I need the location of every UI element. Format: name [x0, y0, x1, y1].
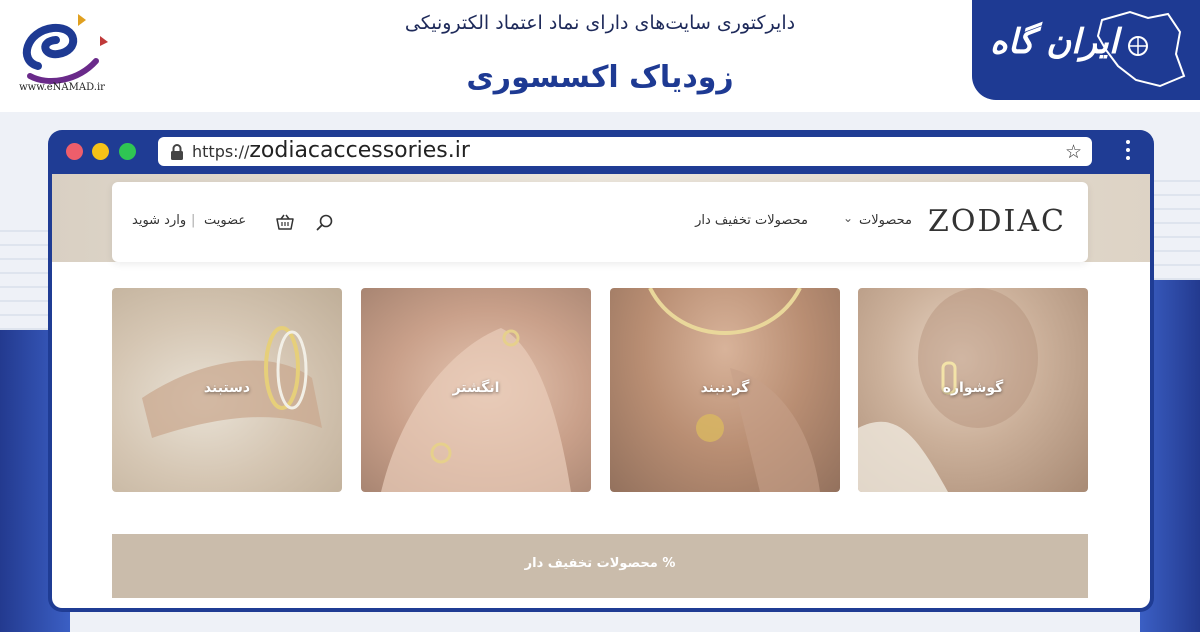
site-title: زودیاک اکسسوری: [466, 60, 734, 95]
browser-menu-icon[interactable]: [1126, 140, 1130, 164]
category-label: گوشواره: [942, 380, 1004, 396]
url-text: https://zodiacaccessories.ir: [192, 138, 470, 163]
enamad-url: www.eNAMAD.ir: [19, 82, 105, 93]
category-card-earrings[interactable]: گوشواره: [858, 288, 1088, 492]
url-domain: zodiacaccessories.ir: [249, 138, 470, 163]
category-label: دستبند: [203, 380, 251, 396]
irangah-brand: ایران گاه: [972, 0, 1200, 100]
basket-icon[interactable]: [276, 214, 294, 230]
login-link[interactable]: وارد شوید: [132, 213, 186, 228]
category-label: گردنبند: [700, 380, 750, 396]
lock-icon: [171, 144, 183, 160]
search-icon[interactable]: [316, 214, 334, 232]
zodiac-logo[interactable]: ZODIAC: [928, 204, 1066, 239]
directory-subtitle: دایرکتوری سایت‌های دارای نماد اعتماد الک…: [404, 12, 796, 34]
discount-banner[interactable]: محصولات تخفیف دار %: [112, 534, 1088, 598]
browser-toolbar: https://zodiacaccessories.ir ☆: [48, 130, 1154, 174]
bookmark-star-icon[interactable]: ☆: [1065, 141, 1082, 163]
nav-separator: |: [191, 213, 196, 228]
register-link[interactable]: عضویت: [204, 213, 246, 228]
directory-header: www.eNAMAD.ir دایرکتوری سایت‌های دارای ن…: [0, 0, 1200, 112]
nav-products[interactable]: محصولات: [859, 213, 912, 228]
iran-map-icon: [1096, 10, 1186, 88]
category-label: انگشتر: [452, 380, 500, 396]
window-close-button[interactable]: [66, 143, 83, 160]
site-navbar: ZODIAC محصولات ⌄ محصولات تخفیف دار وارد …: [112, 182, 1088, 262]
window-maximize-button[interactable]: [119, 143, 136, 160]
discount-banner-text: محصولات تخفیف دار %: [524, 556, 676, 571]
page-viewport: ZODIAC محصولات ⌄ محصولات تخفیف دار وارد …: [52, 174, 1150, 608]
browser-window: https://zodiacaccessories.ir ☆ ZODIAC مح…: [48, 130, 1154, 612]
category-card-bracelets[interactable]: دستبند: [112, 288, 342, 492]
chevron-down-icon[interactable]: ⌄: [843, 211, 853, 225]
nav-discounted-products[interactable]: محصولات تخفیف دار: [695, 213, 808, 228]
category-card-necklaces[interactable]: گردنبند: [610, 288, 840, 492]
category-card-rings[interactable]: انگشتر: [361, 288, 591, 492]
window-minimize-button[interactable]: [92, 143, 109, 160]
url-protocol: https://: [192, 142, 250, 161]
address-bar[interactable]: https://zodiacaccessories.ir ☆: [158, 137, 1092, 166]
